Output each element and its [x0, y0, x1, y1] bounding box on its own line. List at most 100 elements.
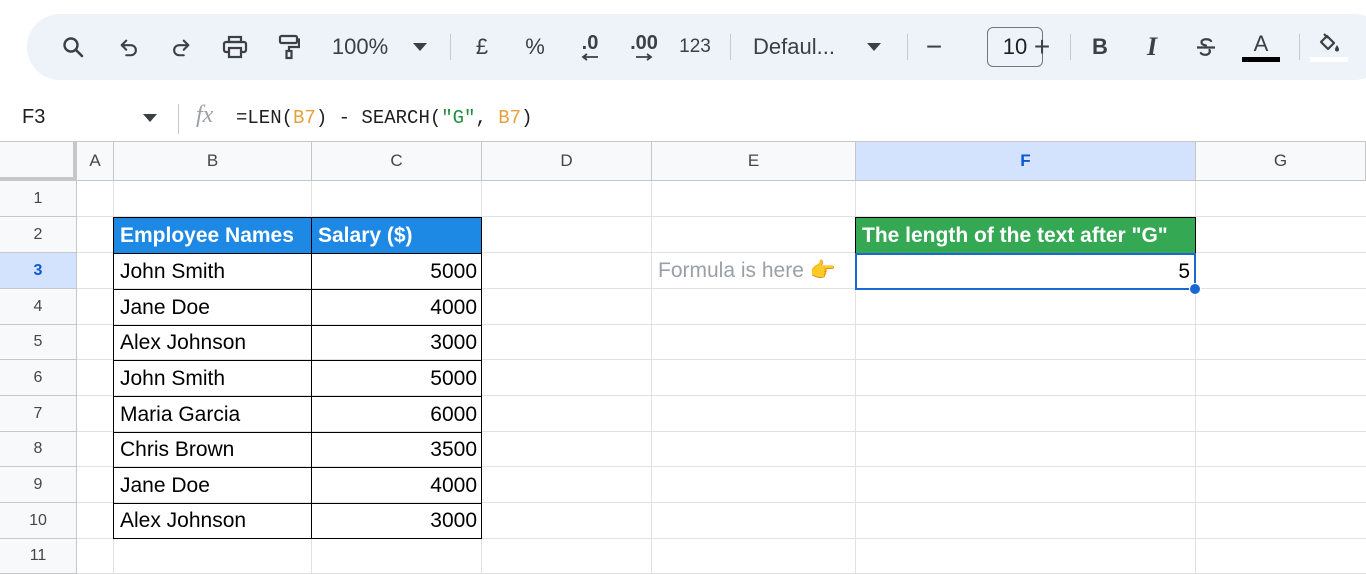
- column-header-a[interactable]: A: [77, 142, 114, 181]
- percent-format-button[interactable]: %: [519, 14, 551, 80]
- row-header-1[interactable]: 1: [0, 181, 77, 217]
- more-formats-button[interactable]: 123: [675, 14, 715, 80]
- font-size-value: 10: [1002, 34, 1028, 59]
- font-dropdown-icon[interactable]: [863, 14, 885, 80]
- toolbar-divider: [1070, 34, 1071, 60]
- name-box[interactable]: F3: [22, 106, 45, 129]
- table-cell-name[interactable]: John Smith: [113, 253, 312, 290]
- more-formats-label: 123: [679, 36, 711, 57]
- table-cell-salary[interactable]: 5000: [311, 253, 482, 290]
- plus-icon: +: [1033, 31, 1051, 62]
- column-header-g[interactable]: G: [1196, 142, 1366, 181]
- currency-format-button[interactable]: £: [467, 14, 497, 80]
- table-cell-name[interactable]: John Smith: [113, 360, 312, 397]
- table-cell-salary[interactable]: 6000: [311, 396, 482, 433]
- column-header-c[interactable]: C: [312, 142, 482, 181]
- italic-button[interactable]: I: [1139, 14, 1165, 80]
- row-header-3[interactable]: 3: [0, 253, 77, 289]
- percent-label: %: [525, 34, 545, 59]
- fill-handle[interactable]: [1189, 283, 1201, 295]
- formula-text: =LEN(: [236, 107, 294, 129]
- table-header-salary[interactable]: Salary ($): [311, 217, 482, 254]
- paint-format-icon[interactable]: [271, 14, 307, 80]
- row-header-8[interactable]: 8: [0, 432, 77, 467]
- table-cell-salary[interactable]: 3000: [311, 503, 482, 539]
- table-cell-salary[interactable]: 4000: [311, 289, 482, 326]
- font-family-value: Defaul...: [753, 34, 835, 59]
- row-header-6[interactable]: 6: [0, 360, 77, 396]
- decrease-decimal-label: .0: [581, 32, 599, 54]
- increase-font-size-button[interactable]: +: [1027, 14, 1057, 80]
- formula-text: ) - SEARCH(: [315, 107, 442, 129]
- formula-bar-divider: [178, 104, 179, 134]
- gridline: [651, 181, 652, 574]
- zoom-dropdown-icon[interactable]: [409, 14, 431, 80]
- formula-note[interactable]: Formula is here 👉: [652, 253, 856, 289]
- select-all-corner[interactable]: [0, 142, 77, 181]
- undo-icon[interactable]: [111, 14, 147, 80]
- fx-icon: fx: [196, 102, 214, 128]
- table-cell-name[interactable]: Jane Doe: [113, 467, 312, 504]
- formula-bar: F3 fx =LEN(B7) - SEARCH("G", B7): [0, 96, 1366, 142]
- decrease-font-size-button[interactable]: −: [919, 14, 949, 80]
- currency-label: £: [475, 34, 489, 59]
- table-cell-salary[interactable]: 5000: [311, 360, 482, 397]
- decrease-decimal-button[interactable]: .0: [567, 14, 613, 80]
- redo-icon[interactable]: [163, 14, 199, 80]
- strikethrough-icon: [1197, 38, 1215, 56]
- font-family-select[interactable]: Defaul...: [753, 14, 849, 80]
- toolbar-divider: [1299, 34, 1300, 60]
- table-cell-name[interactable]: Maria Garcia: [113, 396, 312, 433]
- name-box-dropdown-icon[interactable]: [143, 114, 157, 122]
- zoom-select[interactable]: 100%: [327, 14, 393, 80]
- text-color-icon: A: [1253, 30, 1269, 56]
- increase-decimal-label: .00: [630, 32, 658, 54]
- result-header[interactable]: The length of the text after "G": [855, 217, 1196, 254]
- formula-text: ): [521, 107, 533, 129]
- column-header-f[interactable]: F: [856, 142, 1196, 181]
- bold-button[interactable]: B: [1087, 14, 1113, 80]
- row-header-2[interactable]: 2: [0, 217, 77, 253]
- minus-icon: −: [925, 31, 943, 62]
- bold-icon: B: [1092, 34, 1108, 59]
- arrow-right-icon: [636, 53, 653, 61]
- text-color-button[interactable]: A: [1241, 14, 1281, 80]
- toolbar-area: 100% £ % .0 .00 123 Defaul... − 10 + B I: [0, 0, 1366, 96]
- row-header-4[interactable]: 4: [0, 289, 77, 325]
- fill-color-swatch: [1310, 56, 1348, 62]
- row-header-10[interactable]: 10: [0, 503, 77, 539]
- row-header-9[interactable]: 9: [0, 467, 77, 503]
- strikethrough-button[interactable]: [1191, 14, 1221, 80]
- formula-cell-ref: B7: [293, 107, 316, 129]
- toolbar: 100% £ % .0 .00 123 Defaul... − 10 + B I: [27, 14, 1366, 80]
- row-header-11[interactable]: 11: [0, 539, 77, 574]
- formula-input[interactable]: =LEN(B7) - SEARCH("G", B7): [236, 107, 533, 129]
- table-cell-name[interactable]: Alex Johnson: [113, 325, 312, 361]
- fill-color-button[interactable]: [1309, 14, 1349, 80]
- formula-cell-ref: B7: [498, 107, 522, 129]
- toolbar-divider: [907, 34, 908, 60]
- row-header-7[interactable]: 7: [0, 396, 77, 432]
- row-header-5[interactable]: 5: [0, 325, 77, 360]
- table-cell-name[interactable]: Jane Doe: [113, 289, 312, 326]
- toolbar-divider: [730, 34, 731, 60]
- paint-bucket-icon: [1319, 32, 1339, 51]
- column-header-e[interactable]: E: [652, 142, 856, 181]
- table-header-name[interactable]: Employee Names: [113, 217, 312, 254]
- toolbar-divider: [450, 34, 451, 60]
- table-cell-salary[interactable]: 4000: [311, 467, 482, 504]
- formula-string-literal: "G": [441, 107, 476, 129]
- table-cell-name[interactable]: Chris Brown: [113, 432, 312, 468]
- spreadsheet-grid: A B C D E F G 1 2 3 4 5 6 7 8 9 10 11 Em…: [0, 142, 1366, 574]
- table-cell-salary[interactable]: 3500: [311, 432, 482, 468]
- column-header-b[interactable]: B: [114, 142, 312, 181]
- search-icon[interactable]: [55, 14, 91, 80]
- increase-decimal-button[interactable]: .00: [621, 14, 667, 80]
- print-icon[interactable]: [217, 14, 253, 80]
- formula-text: ,: [475, 107, 499, 129]
- column-header-d[interactable]: D: [482, 142, 652, 181]
- table-cell-salary[interactable]: 3000: [311, 325, 482, 361]
- result-cell-f3[interactable]: 5: [855, 253, 1196, 290]
- table-cell-name[interactable]: Alex Johnson: [113, 503, 312, 539]
- text-color-swatch: [1242, 56, 1280, 62]
